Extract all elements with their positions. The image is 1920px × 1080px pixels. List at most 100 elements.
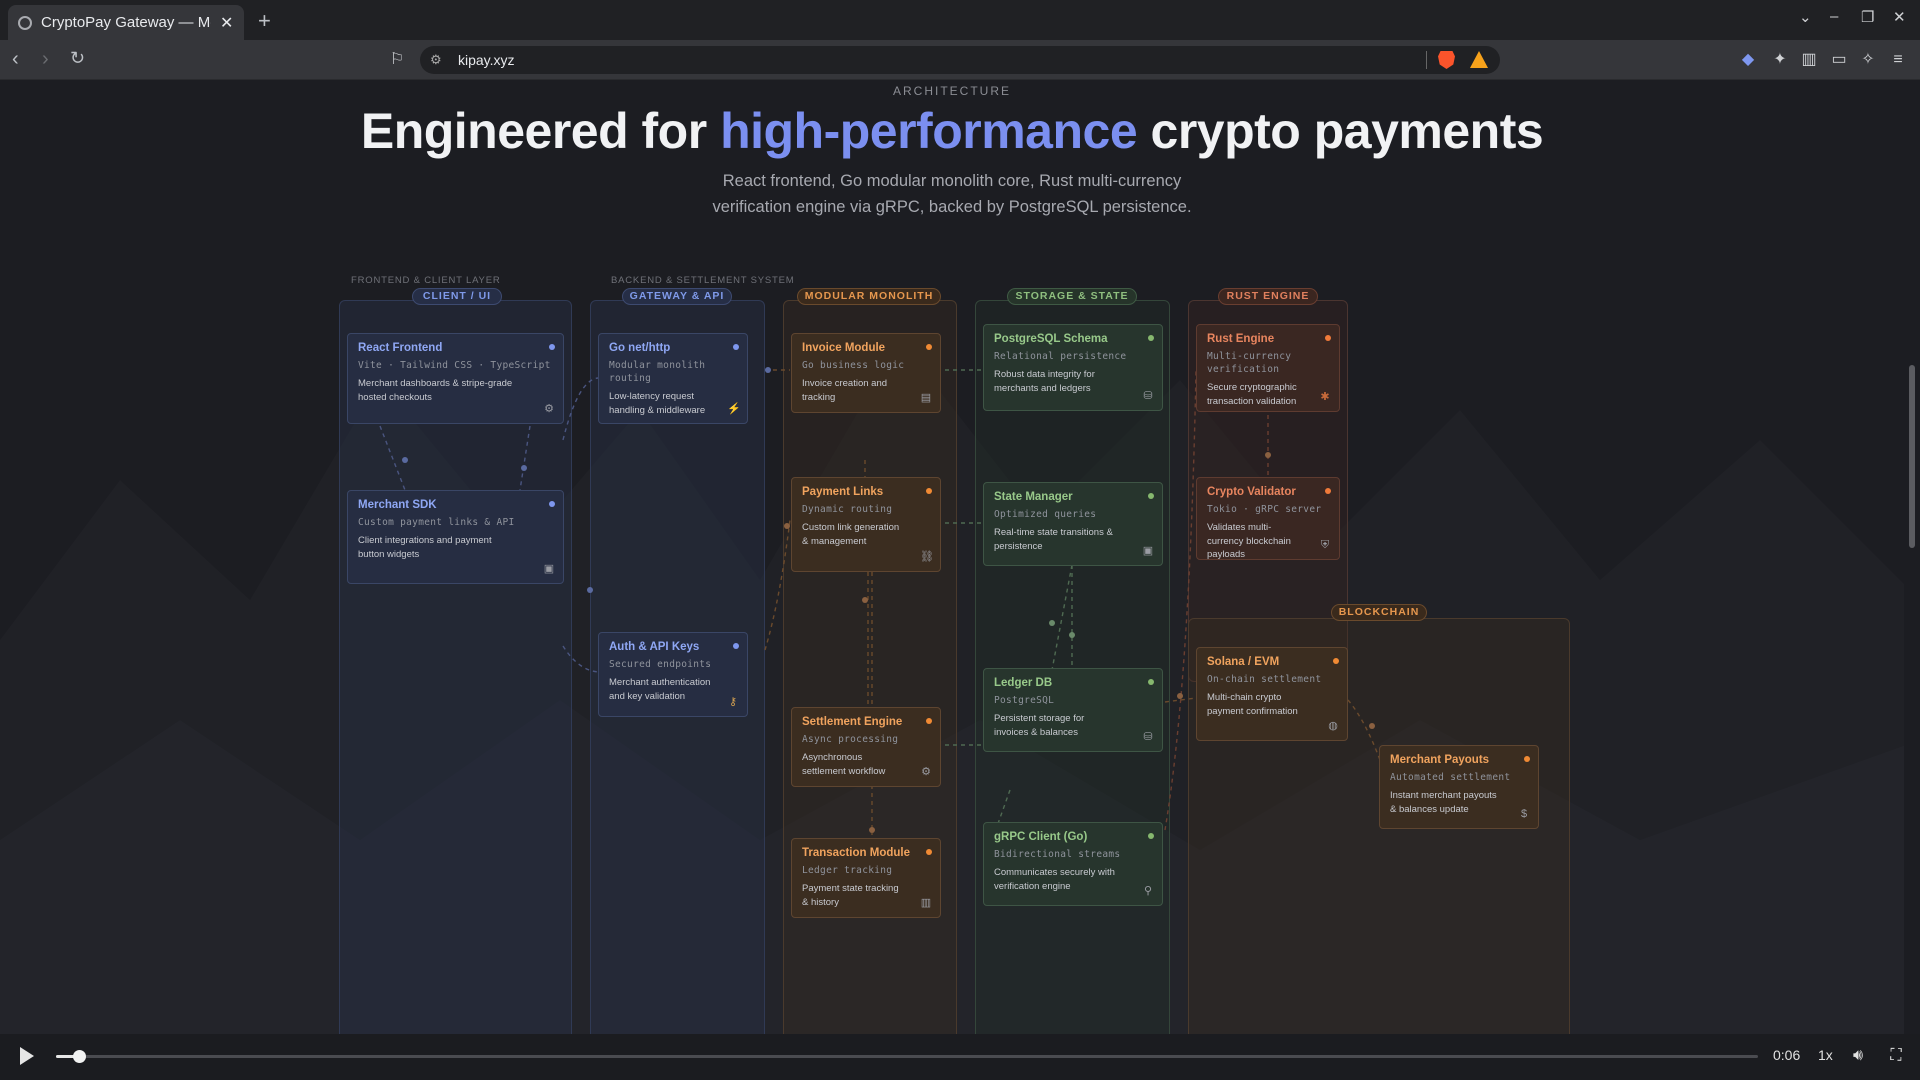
card-description: Merchant dashboards & stripe-grade hoste… xyxy=(358,378,513,403)
card-merchant-sdk[interactable]: Merchant SDK Custom payment links & API … xyxy=(347,490,564,584)
card-subtitle: Custom payment links & API xyxy=(358,517,515,528)
card-state-manager[interactable]: State Manager Optimized queries Real-tim… xyxy=(983,482,1163,566)
card-subtitle: Multi-currency verification xyxy=(1207,351,1292,375)
card-subtitle: Automated settlement xyxy=(1390,772,1511,783)
brave-shield-icon[interactable] xyxy=(1438,51,1455,69)
card-description: Invoice creation and tracking xyxy=(802,378,888,403)
close-window-button[interactable]: ✕ xyxy=(1893,8,1906,26)
section-eyebrow: ARCHITECTURE xyxy=(892,84,1011,98)
card-go-net-http[interactable]: Go net/http Modular monolith routing Low… xyxy=(598,333,748,424)
card-transaction-module[interactable]: Transaction Module Ledger tracking Payme… xyxy=(791,838,941,918)
card-title: Transaction Module xyxy=(802,847,910,859)
card-solana-evm[interactable]: Solana / EVM On-chain settlement Multi-c… xyxy=(1196,647,1348,741)
card-invoice-module[interactable]: Invoice Module Go business logic Invoice… xyxy=(791,333,941,413)
brave-rewards-icon[interactable] xyxy=(1470,51,1488,68)
card-payment-links[interactable]: Payment Links Dynamic routing Custom lin… xyxy=(791,477,941,572)
video-progress-bar[interactable] xyxy=(56,1050,1758,1063)
card-title: Ledger DB xyxy=(994,677,1053,689)
minimize-button[interactable]: – xyxy=(1830,8,1838,25)
status-dot xyxy=(1325,488,1331,494)
pill-client: CLIENT / UI xyxy=(412,288,502,305)
card-title: Settlement Engine xyxy=(802,716,903,728)
card-subtitle: Ledger tracking xyxy=(802,865,893,876)
card-description: Payment state tracking & history xyxy=(802,883,899,908)
card-description: Asynchronous settlement workflow xyxy=(802,752,886,777)
pill-monolith: MODULAR MONOLITH xyxy=(797,288,941,305)
card-subtitle: PostgreSQL xyxy=(994,695,1055,706)
card-crypto-validator[interactable]: Crypto Validator Tokio · gRPC server Val… xyxy=(1196,477,1340,560)
fullscreen-icon[interactable]: ⛶ xyxy=(1886,1046,1906,1066)
extensions-icon[interactable]: ✦ xyxy=(1770,50,1790,70)
tab-search-icon[interactable]: ⌄ xyxy=(1799,8,1812,26)
leo-ai-icon[interactable]: ✧ xyxy=(1858,50,1878,70)
browser-toolbar: ‹ › ↻ ⚐ ⚙ kipay.xyz ◆ ✦ ▥ ▭ ✧ ≡ xyxy=(0,40,1920,80)
site-settings-icon[interactable]: ⚙ xyxy=(430,52,446,68)
card-description: Low-latency request handling & middlewar… xyxy=(609,391,706,416)
back-icon[interactable]: ‹ xyxy=(12,48,19,71)
card-grpc-client[interactable]: gRPC Client (Go) Bidirectional streams C… xyxy=(983,822,1163,906)
subtitle-line-1: React frontend, Go modular monolith core… xyxy=(722,172,1182,190)
card-auth-api-keys[interactable]: Auth & API Keys Secured endpoints Mercha… xyxy=(598,632,748,717)
card-title: Go net/http xyxy=(609,342,671,354)
card-react-frontend[interactable]: React Frontend Vite · Tailwind CSS · Typ… xyxy=(347,333,564,424)
card-subtitle: Vite · Tailwind CSS · TypeScript xyxy=(358,360,551,371)
video-scrubber-knob[interactable] xyxy=(72,1050,86,1063)
new-tab-button[interactable]: + xyxy=(258,8,271,34)
card-description: Merchant authentication and key validati… xyxy=(609,677,711,702)
card-rust-engine[interactable]: Rust Engine Multi-currency verification … xyxy=(1196,324,1340,412)
card-subtitle: Bidirectional streams xyxy=(994,849,1121,860)
video-time: 0:06 xyxy=(1773,1047,1801,1063)
layer-title-frontend: FRONTEND & CLIENT LAYER xyxy=(351,275,501,286)
card-ledger-db[interactable]: Ledger DB PostgreSQL Persistent storage … xyxy=(983,668,1163,752)
link-icon: ⛓ xyxy=(920,551,934,563)
page-subtitle: React frontend, Go modular monolith core… xyxy=(0,168,1904,220)
page-viewport: ARCHITECTURE Engineered for high-perform… xyxy=(0,80,1920,1034)
status-dot xyxy=(1148,833,1154,839)
card-subtitle: Secured endpoints xyxy=(609,659,712,670)
browser-tab[interactable]: CryptoPay Gateway — Me ✕ xyxy=(8,5,244,40)
card-title: Merchant SDK xyxy=(358,499,437,511)
url-text[interactable]: kipay.xyz xyxy=(458,52,515,68)
volume-icon[interactable]: 🔊︎ xyxy=(1848,1046,1868,1066)
playback-speed[interactable]: 1x xyxy=(1818,1047,1833,1063)
gear-icon: ⚙ xyxy=(544,403,554,415)
menu-icon[interactable]: ≡ xyxy=(1888,50,1908,70)
status-dot xyxy=(926,849,932,855)
reload-icon[interactable]: ↻ xyxy=(70,48,85,69)
card-title: React Frontend xyxy=(358,342,443,354)
play-icon[interactable] xyxy=(20,1047,34,1065)
tab-close-icon[interactable]: ✕ xyxy=(220,13,233,33)
layer-title-backend: BACKEND & SETTLEMENT SYSTEM xyxy=(611,275,795,286)
address-bar[interactable]: ⚙ kipay.xyz xyxy=(420,46,1500,74)
globe-icon xyxy=(18,15,32,30)
document-icon: ▤ xyxy=(920,392,932,404)
scrollbar-thumb[interactable] xyxy=(1909,365,1915,548)
page-title: Engineered for high-performance crypto p… xyxy=(0,102,1904,160)
forward-icon[interactable]: › xyxy=(42,48,49,71)
card-subtitle: Modular monolith routing xyxy=(609,360,706,384)
card-title: Auth & API Keys xyxy=(609,641,700,653)
bookmark-icon[interactable]: ⚐ xyxy=(387,50,407,70)
globe-icon: ◍ xyxy=(1328,720,1338,732)
headline-post: crypto payments xyxy=(1137,103,1544,159)
sidebar-icon[interactable]: ▥ xyxy=(1799,50,1819,70)
card-description: Validates multi-currency blockchain payl… xyxy=(1207,522,1291,560)
card-title: Payment Links xyxy=(802,486,884,498)
card-subtitle: Dynamic routing xyxy=(802,504,893,515)
wallet-icon[interactable]: ▭ xyxy=(1829,50,1849,70)
maximize-button[interactable]: ❐ xyxy=(1861,8,1874,26)
save-icon: ▣ xyxy=(1142,545,1154,557)
vpn-icon[interactable]: ◆ xyxy=(1738,50,1758,70)
headline-highlight: high-performance xyxy=(720,103,1138,159)
card-postgresql-schema[interactable]: PostgreSQL Schema Relational persistence… xyxy=(983,324,1163,411)
crab-icon: ✱ xyxy=(1320,391,1330,403)
status-dot xyxy=(1524,756,1530,762)
card-merchant-payouts[interactable]: Merchant Payouts Automated settlement In… xyxy=(1379,745,1539,829)
plug-icon: ⚲ xyxy=(1143,885,1153,897)
headline-pre: Engineered for xyxy=(360,103,721,159)
card-settlement-engine[interactable]: Settlement Engine Async processing Async… xyxy=(791,707,941,787)
page-scrollbar[interactable] xyxy=(1904,80,1920,1034)
card-description: Custom link generation & management xyxy=(802,522,900,547)
pill-storage: STORAGE & STATE xyxy=(1007,288,1137,305)
status-dot xyxy=(549,501,555,507)
